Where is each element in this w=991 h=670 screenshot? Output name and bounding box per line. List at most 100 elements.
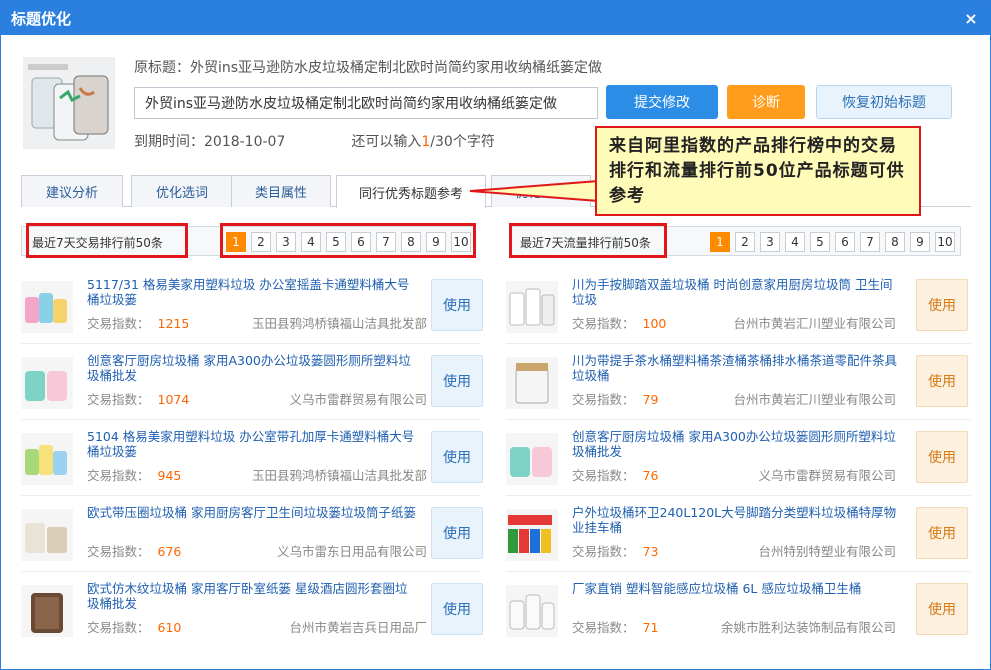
item-title[interactable]: 川为手按脚踏双盖垃圾桶 时尚创意家用厨房垃圾筒 卫生间垃圾 (572, 277, 902, 307)
page-1[interactable]: 1 (710, 232, 730, 252)
right-pagination: 1 2 3 4 5 6 7 8 9 10 (710, 232, 955, 252)
item-meta: 交易指数： 79 台州市黄岩汇川塑业有限公司 (572, 392, 896, 407)
tab-optimize-words[interactable]: 优化选词 (131, 175, 233, 207)
item-thumbnail (21, 281, 73, 333)
item-meta: 交易指数： 610 台州市黄岩吉兵日用品厂 (87, 620, 427, 635)
page-9[interactable]: 9 (910, 232, 930, 252)
list-item: 欧式带压圈垃圾桶 家用厨房客厅卫生间垃圾篓垃圾筒子纸篓 交易指数： 676 义乌市雷… (21, 505, 483, 571)
item-thumbnail (506, 509, 558, 561)
divider (506, 495, 971, 496)
item-thumbnail (21, 357, 73, 409)
use-button[interactable]: 使用 (916, 355, 968, 407)
use-button[interactable]: 使用 (916, 279, 968, 331)
list-item: 创意客厅厨房垃圾桶 家用A300办公垃圾篓圆形厕所塑料垃圾桶批发 交易指数： 10… (21, 353, 483, 419)
page-9[interactable]: 9 (426, 232, 446, 252)
callout-pointer (469, 179, 600, 203)
submit-button[interactable]: 提交修改 (606, 85, 718, 119)
page-8[interactable]: 8 (885, 232, 905, 252)
diagnose-button[interactable]: 诊断 (727, 85, 805, 119)
page-2[interactable]: 2 (251, 232, 271, 252)
page-6[interactable]: 6 (351, 232, 371, 252)
tab-suggestion[interactable]: 建议分析 (21, 175, 123, 207)
char-counter: 还可以输入1/30个字符 (351, 134, 495, 150)
left-list-header: 最近7天交易排行前50条 1 2 3 4 5 6 7 8 9 10 (21, 226, 475, 256)
item-title[interactable]: 欧式仿木纹垃圾桶 家用客厅卧室纸篓 星级酒店圆形套圈垃圾桶批发 (87, 581, 417, 611)
left-list-title: 最近7天交易排行前50条 (32, 236, 163, 250)
page-8[interactable]: 8 (401, 232, 421, 252)
page-7[interactable]: 7 (376, 232, 396, 252)
page-3[interactable]: 3 (760, 232, 780, 252)
page-5[interactable]: 5 (810, 232, 830, 252)
dialog-title: 标题优化 (11, 9, 72, 28)
use-button[interactable]: 使用 (431, 507, 483, 559)
page-7[interactable]: 7 (860, 232, 880, 252)
page-3[interactable]: 3 (276, 232, 296, 252)
item-meta: 交易指数： 676 义乌市雷东日用品有限公司 (87, 544, 427, 559)
item-thumbnail (21, 433, 73, 485)
page-10[interactable]: 10 (451, 232, 471, 252)
page-1[interactable]: 1 (226, 232, 246, 252)
original-title: 原标题：外贸ins亚马逊防水皮垃圾桶定制北欧时尚简约家用收纳桶纸篓定做 (134, 60, 603, 76)
use-button[interactable]: 使用 (431, 355, 483, 407)
item-title[interactable]: 厂家直销 塑料智能感应垃圾桶 6L 感应垃圾桶卫生桶 (572, 581, 902, 596)
list-item: 厂家直销 塑料智能感应垃圾桶 6L 感应垃圾桶卫生桶 交易指数： 71 余姚市胜利达… (506, 581, 971, 647)
tab-peer-titles[interactable]: 同行优秀标题参考 (336, 175, 486, 208)
page-4[interactable]: 4 (301, 232, 321, 252)
product-image (23, 57, 115, 149)
use-button[interactable]: 使用 (916, 507, 968, 559)
use-button[interactable]: 使用 (431, 583, 483, 635)
item-thumbnail (21, 585, 73, 637)
annotation-callout: 来自阿里指数的产品排行榜中的交易排行和流量排行前50位产品标题可供参考 (595, 126, 921, 216)
item-title[interactable]: 创意客厅厨房垃圾桶 家用A300办公垃圾篓圆形厕所塑料垃圾桶批发 (572, 429, 902, 459)
item-meta: 交易指数： 1074 义乌市雷群贸易有限公司 (87, 392, 427, 407)
list-item: 川为手按脚踏双盖垃圾桶 时尚创意家用厨房垃圾筒 卫生间垃圾 交易指数： 100 台州… (506, 277, 971, 343)
right-list-title: 最近7天流量排行前50条 (520, 236, 651, 250)
title-optimize-dialog: 标题优化 × 原标题：外贸ins亚马逊防水皮垃圾桶定制北欧时尚简约家用收纳桶纸篓… (0, 0, 991, 670)
use-button[interactable]: 使用 (431, 431, 483, 483)
list-item: 5104 格易美家用塑料垃圾 办公室带孔加厚卡通塑料桶大号桶垃圾篓 交易指数： 9… (21, 429, 483, 495)
title-input[interactable] (134, 87, 598, 119)
item-thumbnail (506, 357, 558, 409)
page-10[interactable]: 10 (935, 232, 955, 252)
item-title[interactable]: 欧式带压圈垃圾桶 家用厨房客厅卫生间垃圾篓垃圾筒子纸篓 (87, 505, 417, 520)
tab-category[interactable]: 类目属性 (231, 175, 331, 207)
list-item: 5117/31 格易美家用塑料垃圾 办公室摇盖卡通塑料桶大号桶垃圾篓 交易指数：… (21, 277, 483, 343)
list-item: 川为带提手茶水桶塑料桶茶渣桶茶桶排水桶茶道零配件茶具垃圾桶 交易指数： 79 台州市… (506, 353, 971, 419)
list-item: 户外垃圾桶环卫240L120L大号脚踏分类塑料垃圾桶特厚物业挂车桶 交易指数： 7… (506, 505, 971, 571)
use-button[interactable]: 使用 (431, 279, 483, 331)
divider (506, 343, 971, 344)
item-title[interactable]: 川为带提手茶水桶塑料桶茶渣桶茶桶排水桶茶道零配件茶具垃圾桶 (572, 353, 902, 383)
item-thumbnail (506, 281, 558, 333)
item-title[interactable]: 户外垃圾桶环卫240L120L大号脚踏分类塑料垃圾桶特厚物业挂车桶 (572, 505, 902, 535)
page-2[interactable]: 2 (735, 232, 755, 252)
page-6[interactable]: 6 (835, 232, 855, 252)
list-item: 欧式仿木纹垃圾桶 家用客厅卧室纸篓 星级酒店圆形套圈垃圾桶批发 交易指数： 610… (21, 581, 483, 647)
dialog-titlebar: 标题优化 × (1, 1, 990, 35)
item-thumbnail (506, 433, 558, 485)
restore-title-button[interactable]: 恢复初始标题 (816, 85, 952, 119)
divider (21, 495, 481, 496)
close-icon[interactable]: × (962, 9, 980, 28)
list-item: 创意客厅厨房垃圾桶 家用A300办公垃圾篓圆形厕所塑料垃圾桶批发 交易指数： 76… (506, 429, 971, 495)
divider (506, 419, 971, 420)
page-4[interactable]: 4 (785, 232, 805, 252)
item-meta: 交易指数： 945 玉田县鸦鸿桥镇福山洁具批发部 (87, 468, 427, 483)
item-title[interactable]: 5104 格易美家用塑料垃圾 办公室带孔加厚卡通塑料桶大号桶垃圾篓 (87, 429, 417, 459)
item-title[interactable]: 创意客厅厨房垃圾桶 家用A300办公垃圾篓圆形厕所塑料垃圾桶批发 (87, 353, 417, 383)
page-5[interactable]: 5 (326, 232, 346, 252)
divider (21, 343, 481, 344)
divider (21, 571, 481, 572)
item-meta: 交易指数： 1215 玉田县鸦鸿桥镇福山洁具批发部 (87, 316, 427, 331)
use-button[interactable]: 使用 (916, 583, 968, 635)
expiry-date: 到期时间：2018-10-07 (134, 134, 286, 150)
item-meta: 交易指数： 100 台州市黄岩汇川塑业有限公司 (572, 316, 896, 331)
use-button[interactable]: 使用 (916, 431, 968, 483)
left-pagination: 1 2 3 4 5 6 7 8 9 10 (226, 232, 471, 252)
divider (506, 571, 971, 572)
item-thumbnail (21, 509, 73, 561)
info-row: 到期时间：2018-10-07 还可以输入1/30个字符 (134, 131, 495, 151)
item-meta: 交易指数： 71 余姚市胜利达装饰制品有限公司 (572, 620, 896, 635)
item-title[interactable]: 5117/31 格易美家用塑料垃圾 办公室摇盖卡通塑料桶大号桶垃圾篓 (87, 277, 417, 307)
item-thumbnail (506, 585, 558, 637)
divider (21, 419, 481, 420)
